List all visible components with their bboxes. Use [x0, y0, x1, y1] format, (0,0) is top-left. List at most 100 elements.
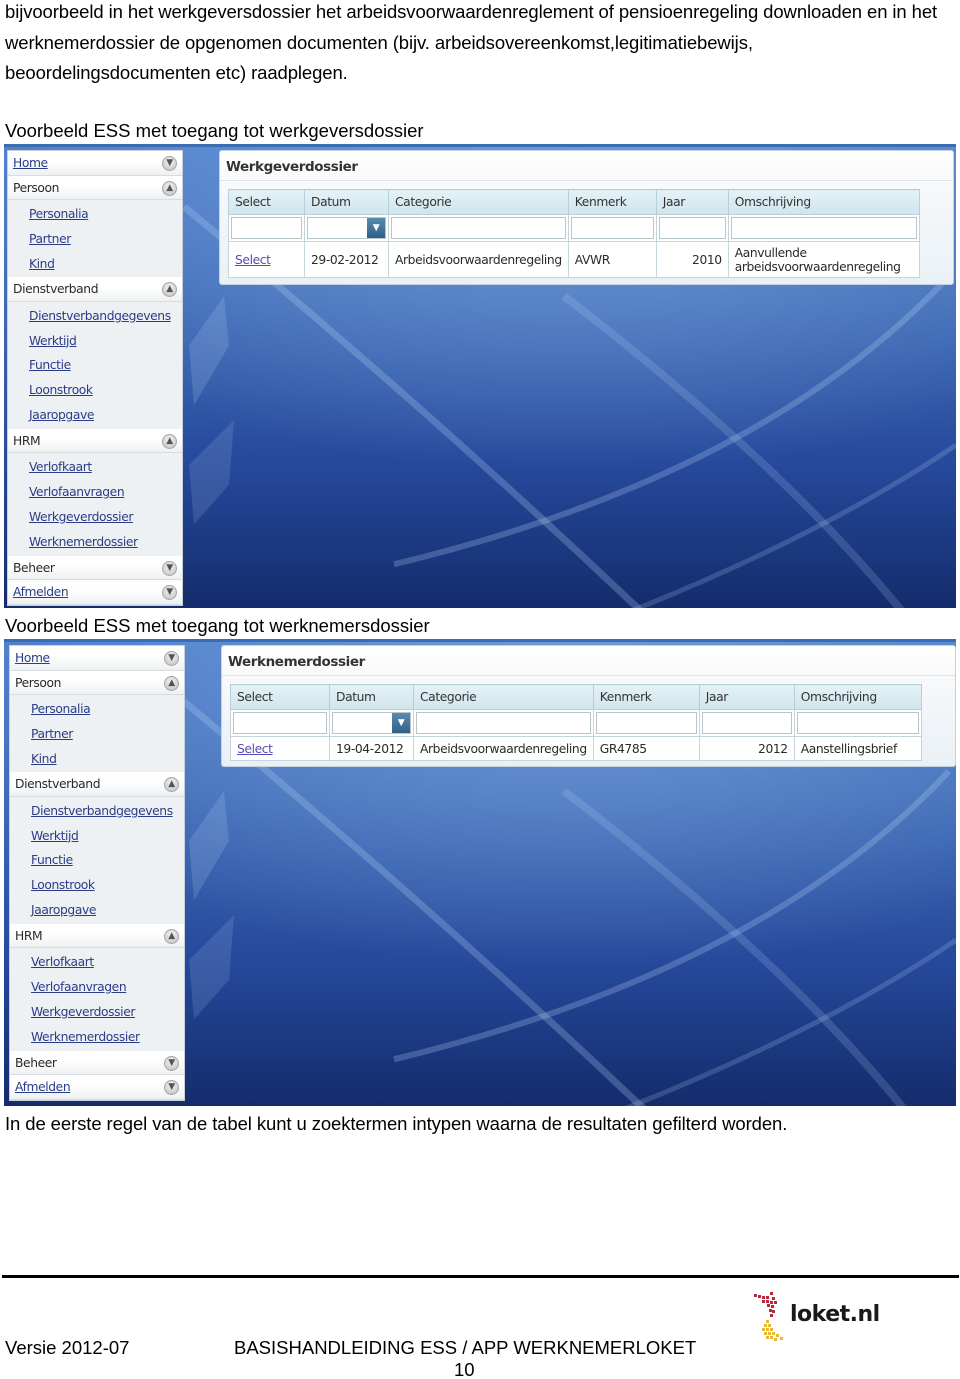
filter-datum-dropdown[interactable]: ▼ [332, 712, 411, 734]
filter-jaar-input[interactable] [701, 712, 792, 734]
filter-categorie-input[interactable] [416, 712, 591, 734]
sidebar-item-werknemerdossier[interactable]: Werknemerdossier [8, 530, 182, 555]
sidebar-item-home[interactable]: Home ▼ [8, 151, 182, 176]
circle-arrow-up-icon[interactable]: ▲ [164, 675, 179, 691]
column-header-categorie[interactable]: Categorie [388, 189, 569, 215]
sidebar-item-partner[interactable]: Partner [8, 227, 182, 252]
sidebar-section-persoon[interactable]: Persoon ▲ [8, 175, 182, 200]
table-header-row: Select Datum Categorie Kenmerk Jaar Omsc… [228, 189, 920, 215]
sidebar-item-loonstrook[interactable]: Loonstrook [8, 378, 182, 403]
circle-arrow-down-icon[interactable]: ▼ [164, 651, 179, 666]
filter-omschrijving-input[interactable] [796, 712, 919, 734]
werknemerdossier-panel: Werknemerdossier Select Datum Categorie … [221, 645, 956, 767]
sidebar-item-jaaropgave[interactable]: Jaaropgave [8, 403, 182, 428]
sidebar-item-jaaropgave[interactable]: Jaaropgave [10, 898, 184, 923]
footer-divider [2, 1275, 959, 1278]
sidebar-item-werktijd[interactable]: Werktijd [8, 329, 182, 354]
column-header-omschrijving[interactable]: Omschrijving [727, 189, 920, 215]
column-header-select[interactable]: Select [228, 189, 305, 215]
filter-jaar-input[interactable] [658, 217, 726, 239]
sidebar-item-dienstverbandgegevens[interactable]: Dienstverbandgegevens [10, 799, 184, 824]
sidebar-item-functie[interactable]: Functie [8, 353, 182, 378]
circle-arrow-up-icon[interactable]: ▲ [162, 433, 177, 449]
circle-arrow-down-icon[interactable]: ▼ [162, 156, 177, 171]
logo-text: loket.nl [790, 1302, 880, 1327]
circle-arrow-down-icon[interactable]: ▼ [162, 560, 177, 576]
sidebar-item-loonstrook[interactable]: Loonstrook [10, 873, 184, 898]
circle-arrow-down-icon[interactable]: ▼ [164, 1055, 179, 1071]
column-header-kenmerk[interactable]: Kenmerk [567, 189, 657, 215]
cell-kenmerk: AVWR [567, 241, 657, 278]
sidebar-section-dienstverband[interactable]: Dienstverband ▲ [10, 772, 184, 797]
circle-arrow-up-icon[interactable]: ▲ [164, 777, 179, 793]
cell-omschrijving: Aanstellingsbrief [793, 736, 922, 761]
column-header-datum[interactable]: Datum [329, 684, 414, 710]
sidebar-item-functie[interactable]: Functie [10, 848, 184, 873]
filter-kenmerk-input[interactable] [595, 712, 697, 734]
filter-datum-dropdown[interactable]: ▼ [307, 217, 386, 239]
column-header-categorie[interactable]: Categorie [413, 684, 594, 710]
filter-select-input[interactable] [231, 217, 302, 239]
select-link[interactable]: Select [237, 742, 273, 756]
circle-arrow-up-icon[interactable]: ▲ [162, 180, 177, 196]
select-link[interactable]: Select [235, 253, 271, 267]
sidebar-item-verlofkaart[interactable]: Verlofkaart [10, 950, 184, 975]
circle-arrow-down-icon[interactable]: ▼ [164, 1080, 179, 1096]
chevron-down-icon[interactable]: ▼ [367, 218, 385, 238]
sidebar-item-verlofaanvragen[interactable]: Verlofaanvragen [8, 480, 182, 505]
sidebar-item-kind[interactable]: Kind [8, 252, 182, 277]
column-header-omschrijving[interactable]: Omschrijving [793, 684, 922, 710]
sidebar-section-dienstverband[interactable]: Dienstverband ▲ [8, 277, 182, 302]
column-header-kenmerk[interactable]: Kenmerk [592, 684, 700, 710]
sidebar-item-werknemerdossier[interactable]: Werknemerdossier [10, 1025, 184, 1050]
filter-row: ▼ [230, 709, 922, 737]
cell-categorie: Arbeidsvoorwaardenregeling [413, 736, 594, 761]
column-header-datum[interactable]: Datum [304, 189, 389, 215]
sidebar-item-home[interactable]: Home ▼ [10, 646, 184, 671]
circle-arrow-down-icon[interactable]: ▼ [162, 585, 177, 601]
cell-jaar: 2010 [655, 241, 729, 278]
sidebar-item-personalia[interactable]: Personalia [8, 202, 182, 227]
sidebar-section-hrm[interactable]: HRM ▲ [8, 428, 182, 454]
filter-kenmerk-input[interactable] [570, 217, 654, 239]
column-header-jaar[interactable]: Jaar [655, 189, 729, 215]
sidebar-item-werkgeverdossier[interactable]: Werkgeverdossier [8, 505, 182, 530]
sidebar-section-beheer[interactable]: Beheer ▼ [10, 1050, 184, 1076]
sidebar-nav: Home ▼ Persoon ▲ Personalia Partner Kind… [9, 645, 185, 1101]
sidebar-nav: Home ▼ Persoon ▲ Personalia Partner Kind… [7, 150, 183, 606]
panel-divider [222, 675, 955, 676]
circle-arrow-up-icon[interactable]: ▲ [164, 928, 179, 944]
sidebar-item-werkgeverdossier[interactable]: Werkgeverdossier [10, 1000, 184, 1025]
filter-categorie-input[interactable] [391, 217, 566, 239]
column-header-jaar[interactable]: Jaar [698, 684, 795, 710]
cell-categorie: Arbeidsvoorwaardenregeling [388, 241, 569, 278]
filter-row: ▼ [228, 214, 920, 242]
panel-divider [220, 180, 953, 181]
panel-title: Werknemerdossier [228, 654, 365, 670]
intro-paragraph: bijvoorbeeld in het werkgeversdossier he… [5, 1, 938, 83]
table-row: Select 19-04-2012 Arbeidsvoorwaardenrege… [230, 736, 922, 761]
sidebar-item-personalia[interactable]: Personalia [10, 697, 184, 722]
sidebar-item-kind[interactable]: Kind [10, 747, 184, 772]
sidebar-item-werktijd[interactable]: Werktijd [10, 824, 184, 849]
sidebar-section-hrm[interactable]: HRM ▲ [10, 923, 184, 949]
sidebar-section-beheer[interactable]: Beheer ▼ [8, 555, 182, 581]
column-header-select[interactable]: Select [230, 684, 330, 710]
sidebar-item-afmelden[interactable]: Afmelden ▼ [10, 1075, 184, 1100]
sidebar-item-dienstverbandgegevens[interactable]: Dienstverbandgegevens [8, 304, 182, 329]
screenshot-employee-dossier: Home ▼ Persoon ▲ Personalia Partner Kind… [4, 639, 956, 1106]
sidebar-item-afmelden[interactable]: Afmelden ▼ [8, 580, 182, 605]
cell-datum: 29-02-2012 [304, 241, 389, 278]
screenshot-employer-dossier: Home ▼ Persoon ▲ Personalia Partner Kind… [4, 144, 956, 608]
loket-logo: loket.nl [752, 1290, 882, 1345]
table-header-row: Select Datum Categorie Kenmerk Jaar Omsc… [230, 684, 922, 710]
chevron-down-icon[interactable]: ▼ [392, 713, 410, 733]
filter-select-input[interactable] [233, 712, 327, 734]
sidebar-item-partner[interactable]: Partner [10, 722, 184, 747]
circle-arrow-up-icon[interactable]: ▲ [162, 282, 177, 298]
sidebar-item-verlofkaart[interactable]: Verlofkaart [8, 455, 182, 480]
document-table: Select Datum Categorie Kenmerk Jaar Omsc… [228, 189, 920, 278]
sidebar-item-verlofaanvragen[interactable]: Verlofaanvragen [10, 975, 184, 1000]
filter-omschrijving-input[interactable] [730, 217, 917, 239]
sidebar-section-persoon[interactable]: Persoon ▲ [10, 670, 184, 695]
